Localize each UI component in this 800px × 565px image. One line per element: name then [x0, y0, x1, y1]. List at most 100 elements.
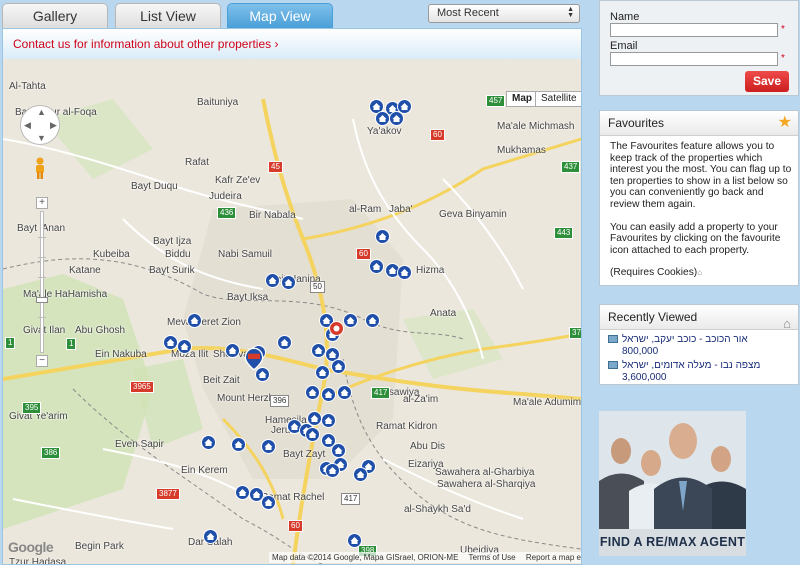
agents-photo [599, 411, 746, 529]
property-marker-icon[interactable] [261, 495, 276, 513]
contact-link[interactable]: Contact us for information about other p… [3, 29, 581, 59]
terms-of-use-link[interactable]: Terms of Use [469, 553, 516, 562]
map-place-label: Kubeiba [93, 249, 130, 260]
remax-office-marker-icon[interactable] [329, 321, 344, 339]
map-panel: Contact us for information about other p… [2, 28, 582, 565]
required-mark: * [781, 24, 785, 35]
zoom-out-button[interactable]: − [36, 355, 48, 367]
property-marker-icon[interactable] [305, 385, 320, 403]
property-marker-icon[interactable] [397, 265, 412, 283]
street-view-pegman-icon[interactable] [33, 157, 47, 179]
pan-right-icon[interactable]: ▶ [50, 120, 57, 131]
property-marker-icon[interactable] [277, 335, 292, 353]
property-marker-icon[interactable] [331, 359, 346, 377]
road-number-badge: 3877 [156, 488, 180, 500]
property-marker-icon[interactable] [365, 313, 380, 331]
property-marker-icon[interactable] [261, 439, 276, 457]
map-place-label: Ramat Kidron [376, 421, 438, 432]
map-place-label: Bayt Duqu [131, 181, 178, 192]
property-marker-icon[interactable] [375, 111, 390, 129]
property-marker-icon[interactable] [321, 387, 336, 405]
map-place-label: Kafr Ze'ev [215, 175, 261, 186]
map-type-satellite-button[interactable]: Satellite [535, 91, 581, 107]
map-place-label: Anata [430, 308, 457, 319]
property-marker-icon[interactable] [163, 335, 178, 353]
road-number-badge: 60 [288, 520, 303, 532]
pan-left-icon[interactable]: ◀ [24, 120, 31, 131]
sort-select[interactable]: Most Recent ▲ ▼ [428, 4, 580, 23]
property-marker-icon[interactable] [201, 435, 216, 453]
property-marker-icon[interactable] [235, 485, 250, 503]
map-place-label: Al-Tahta [9, 81, 46, 92]
attribution-text: Map data ©2014 Google, Mapa GISrael, ORI… [272, 553, 459, 562]
property-marker-icon[interactable] [389, 111, 404, 129]
property-marker-icon[interactable] [315, 365, 330, 383]
property-marker-icon[interactable] [325, 463, 340, 481]
property-marker-icon[interactable] [347, 533, 362, 551]
map-type-map-button[interactable]: Map [506, 91, 538, 107]
zoom-track[interactable] [40, 211, 44, 353]
tab-map-view[interactable]: Map View [227, 3, 333, 28]
save-button[interactable]: Save [745, 71, 789, 92]
name-label: Name [610, 11, 640, 23]
property-marker-icon[interactable] [343, 313, 358, 331]
property-thumbnail-icon [608, 335, 618, 343]
property-marker-icon[interactable] [225, 343, 240, 361]
road-number-badge: 375 [569, 327, 581, 339]
property-marker-icon[interactable] [265, 273, 280, 291]
map-place-label: Geva Binyamin [439, 209, 507, 220]
map-place-label: Mount Herzl [217, 393, 271, 404]
map-place-label: Judeira [209, 191, 242, 202]
road-number-badge: 45 [268, 161, 283, 173]
road-number-badge: 417 [341, 493, 361, 505]
road-number-badge: 1 [66, 338, 77, 350]
selected-property-marker-icon[interactable] [243, 347, 265, 371]
find-agent-banner[interactable]: FIND A RE/MAX AGENT [599, 411, 746, 556]
map-place-label: al-Shaykh Sa'd [404, 504, 471, 515]
map-place-label: Bir Nabala [249, 210, 296, 221]
property-marker-icon[interactable] [353, 467, 368, 485]
tab-list-view[interactable]: List View [115, 3, 221, 28]
pan-up-icon[interactable]: ▲ [37, 107, 46, 117]
property-marker-icon[interactable] [177, 339, 192, 357]
property-marker-icon[interactable] [369, 259, 384, 277]
property-map[interactable]: Map Satellite Al-TahtaBaituniyaBayt Ghur… [3, 59, 581, 564]
email-field[interactable] [610, 52, 778, 66]
house-icon: ⌂ [783, 316, 791, 331]
road-number-badge: 417 [371, 387, 391, 399]
road-number-badge: 436 [217, 207, 237, 219]
recent-item-text: אור הכוכב - כוכב יעקב, ישראל 800,000 [622, 334, 748, 357]
zoom-control[interactable]: + − [36, 197, 48, 367]
favourites-paragraph-2: You can easily add a property to your Fa… [610, 221, 781, 256]
property-marker-icon[interactable] [375, 229, 390, 247]
property-marker-icon[interactable] [231, 437, 246, 455]
map-place-label: Ein Nakuba [95, 349, 147, 360]
map-place-label: Tzur Hadasa [9, 557, 67, 564]
road-number-badge: 437 [561, 161, 581, 173]
google-logo: Google [8, 539, 54, 555]
property-marker-icon[interactable] [281, 275, 296, 293]
property-marker-icon[interactable] [311, 343, 326, 361]
recently-viewed-panel: Recently Viewed ⌂ אור הכוכב - כוכב יעקב,… [599, 304, 799, 385]
property-marker-icon[interactable] [337, 385, 352, 403]
alert-signup-form: Name * Email * Save [599, 0, 799, 96]
road-number-badge: 395 [22, 402, 42, 414]
property-marker-icon[interactable] [321, 413, 336, 431]
contact-link-text: Contact us for information about other p… [13, 37, 272, 51]
zoom-in-button[interactable]: + [36, 197, 48, 209]
report-map-error-link[interactable]: Report a map error [526, 553, 581, 562]
zoom-slider-knob[interactable] [36, 297, 48, 303]
name-field[interactable] [610, 23, 778, 37]
pan-down-icon[interactable]: ▼ [37, 133, 46, 143]
map-place-label: Sawahera al-Gharbiya [435, 467, 535, 478]
recent-item-text: מצפה נבו - מעלה אדומים, ישראל 3,600,000 [622, 360, 761, 383]
select-arrows-icon: ▲ ▼ [567, 6, 574, 19]
star-icon: ★ [777, 114, 792, 131]
road-number-badge: 443 [554, 227, 574, 239]
property-marker-icon[interactable] [203, 529, 218, 547]
tab-gallery[interactable]: Gallery [2, 3, 108, 28]
property-marker-icon[interactable] [187, 313, 202, 331]
pan-control[interactable]: ▲ ▼ ◀ ▶ [20, 105, 60, 145]
required-mark: * [781, 53, 785, 64]
property-marker-icon[interactable] [305, 427, 320, 445]
